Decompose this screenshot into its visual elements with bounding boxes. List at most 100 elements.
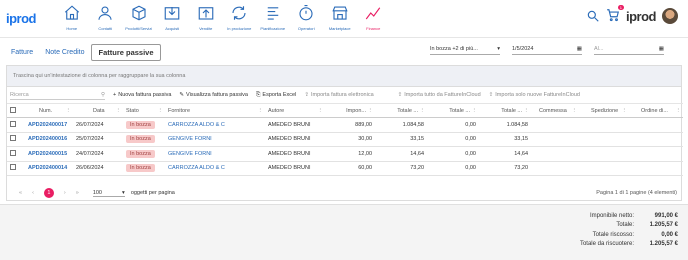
row-select[interactable] bbox=[7, 132, 25, 147]
cell-data: 26/06/2024 bbox=[73, 161, 123, 176]
view-invoice-button[interactable]: ✎ Visualizza fattura passiva bbox=[179, 92, 248, 98]
col-commessa[interactable]: Commessa ⋮ bbox=[531, 103, 579, 118]
import-einvoice-button[interactable]: ⇪ Importa fattura elettronica bbox=[304, 92, 373, 98]
tab-note-credito[interactable]: Note Credito bbox=[40, 46, 89, 59]
col-spedizione[interactable]: Spedizione ⋮ bbox=[579, 103, 629, 118]
col-imponibile[interactable]: Impon... ⋮ bbox=[325, 103, 375, 118]
nav-pianificazione[interactable]: Pianificazione bbox=[256, 4, 290, 31]
nav-finance[interactable]: Finance bbox=[357, 4, 391, 31]
nav-prodotti[interactable]: Prodotti/Servizi bbox=[122, 4, 156, 31]
cell-num[interactable]: APD202400016 bbox=[25, 132, 73, 147]
column-menu-icon[interactable]: ⋮ bbox=[368, 108, 374, 114]
calendar-icon[interactable]: ▦ bbox=[577, 46, 582, 52]
cart-button[interactable]: 1 bbox=[606, 5, 624, 24]
nav-operatori[interactable]: Operatori bbox=[290, 4, 324, 31]
cell-fornitore[interactable]: GENGIVE FORNI bbox=[165, 132, 265, 147]
nav-marketplace[interactable]: Marketplace bbox=[323, 4, 357, 31]
nav-contatti[interactable]: Contatti bbox=[89, 4, 123, 31]
column-menu-icon[interactable]: ⋮ bbox=[524, 108, 530, 114]
cell-num[interactable]: APD202400014 bbox=[25, 161, 73, 176]
cell-spedizione bbox=[579, 117, 629, 133]
nav-acquisti[interactable]: Acquisti bbox=[156, 4, 190, 31]
column-menu-icon[interactable]: ⋮ bbox=[572, 108, 578, 114]
import-all-button[interactable]: ⇪ Importa tutto da FattureInCloud bbox=[398, 92, 481, 98]
col-label: Commessa bbox=[539, 107, 567, 114]
column-menu-icon[interactable]: ⋮ bbox=[258, 108, 264, 114]
column-menu-icon[interactable]: ⋮ bbox=[116, 108, 122, 114]
doc-link[interactable]: APD202400014 bbox=[28, 165, 67, 171]
date-to-field[interactable]: Al... ▦ bbox=[594, 44, 664, 55]
table-row[interactable]: APD202400015 24/07/2024 In bozza GENGIVE… bbox=[7, 146, 683, 162]
current-page[interactable]: 1 bbox=[43, 188, 54, 198]
row-select[interactable] bbox=[7, 161, 25, 176]
new-invoice-button[interactable]: + Nuova fattura passiva bbox=[113, 92, 171, 98]
cell-num[interactable]: APD202400017 bbox=[25, 117, 73, 133]
row-checkbox[interactable] bbox=[10, 149, 16, 156]
avatar[interactable] bbox=[662, 8, 678, 24]
first-page-icon[interactable]: « bbox=[19, 190, 22, 196]
cell-commessa bbox=[531, 161, 579, 176]
box-icon bbox=[132, 5, 146, 21]
export-excel-button[interactable]: ⎘ Esporta Excel bbox=[256, 92, 296, 99]
column-menu-icon[interactable]: ⋮ bbox=[622, 108, 628, 114]
col-num[interactable]: Num. ⋮ bbox=[25, 103, 73, 118]
row-select[interactable] bbox=[7, 146, 25, 162]
table-row[interactable]: APD202400016 25/07/2024 In bozza GENGIVE… bbox=[7, 132, 683, 147]
column-menu-icon[interactable]: ⋮ bbox=[158, 108, 164, 114]
table-row[interactable]: APD202400014 26/06/2024 In bozza CARROZZ… bbox=[7, 161, 683, 176]
last-page-icon[interactable]: » bbox=[76, 190, 79, 196]
nav-home[interactable]: Home bbox=[55, 4, 89, 31]
col-stato[interactable]: Stato ⋮ bbox=[123, 103, 165, 118]
column-menu-icon[interactable]: ⋮ bbox=[66, 108, 72, 114]
import-new-button[interactable]: ⇪ Importa solo nuove FattureInCloud bbox=[489, 92, 580, 98]
select-all-checkbox[interactable] bbox=[10, 106, 16, 113]
cell-totale-2: 0,00 bbox=[427, 146, 479, 162]
column-menu-icon[interactable]: ⋮ bbox=[676, 108, 682, 114]
search-input[interactable]: Ricerca ⚲ bbox=[10, 91, 105, 100]
col-totale-3[interactable]: Totale ... ⋮ bbox=[479, 103, 531, 118]
col-totale-2[interactable]: Totale ... ⋮ bbox=[427, 103, 479, 118]
nav-vendite[interactable]: Vendite bbox=[189, 4, 223, 31]
prev-page-icon[interactable]: ‹ bbox=[32, 190, 34, 196]
doc-link[interactable]: APD202400017 bbox=[28, 122, 67, 128]
col-data[interactable]: Data ⋮ bbox=[73, 103, 123, 118]
calendar-icon[interactable]: ▦ bbox=[659, 46, 664, 52]
app-logo[interactable]: iprod bbox=[6, 11, 37, 26]
column-menu-icon[interactable]: ⋮ bbox=[318, 108, 324, 114]
cell-fornitore[interactable]: CARROZZA ALDO & C bbox=[165, 117, 265, 133]
total-label: Totale da riscuotere: bbox=[579, 241, 634, 248]
col-autore[interactable]: Autore ⋮ bbox=[265, 103, 325, 118]
row-checkbox[interactable] bbox=[10, 135, 16, 142]
date-from-field[interactable]: 1/5/2024 ▦ bbox=[512, 44, 582, 55]
supplier-link[interactable]: CARROZZA ALDO & C bbox=[168, 165, 225, 171]
doc-link[interactable]: APD202400015 bbox=[28, 151, 67, 157]
column-menu-icon[interactable]: ⋮ bbox=[472, 108, 478, 114]
supplier-link[interactable]: GENGIVE FORNI bbox=[168, 136, 212, 142]
col-label: Ordine di... bbox=[641, 107, 668, 114]
doc-link[interactable]: APD202400016 bbox=[28, 136, 67, 142]
supplier-link[interactable]: CARROZZA ALDO & C bbox=[168, 122, 225, 128]
col-ordine[interactable]: Ordine di... ⋮ bbox=[629, 103, 683, 118]
column-menu-icon[interactable]: ⋮ bbox=[420, 108, 426, 114]
row-select[interactable] bbox=[7, 117, 25, 133]
row-checkbox[interactable] bbox=[10, 120, 16, 127]
page-size-select[interactable]: 100 ▾ bbox=[92, 190, 125, 197]
next-page-icon[interactable]: › bbox=[64, 190, 66, 196]
table-row[interactable]: APD202400017 26/07/2024 In bozza CARROZZ… bbox=[7, 117, 683, 133]
status-filter[interactable]: In bozza +2 di più... ▾ bbox=[430, 44, 500, 55]
search-icon[interactable] bbox=[586, 9, 600, 23]
select-all-header[interactable] bbox=[7, 103, 25, 118]
list-icon bbox=[267, 7, 278, 20]
total-label: Imponibile netto: bbox=[589, 212, 634, 219]
col-totale-1[interactable]: Totale ... ⋮ bbox=[375, 103, 427, 118]
row-checkbox[interactable] bbox=[10, 164, 16, 171]
cell-num[interactable]: APD202400015 bbox=[25, 146, 73, 162]
cell-fornitore[interactable]: CARROZZA ALDO & C bbox=[165, 161, 265, 176]
tab-fatture-passive[interactable]: Fatture passive bbox=[91, 44, 161, 61]
tab-fatture[interactable]: Fatture bbox=[6, 46, 38, 59]
supplier-link[interactable]: GENGIVE FORNI bbox=[168, 151, 212, 157]
nav-produzione[interactable]: In produzione bbox=[223, 4, 257, 31]
col-fornitore[interactable]: Fornitore ⋮ bbox=[165, 103, 265, 118]
cell-fornitore[interactable]: GENGIVE FORNI bbox=[165, 146, 265, 162]
group-panel[interactable]: Trascina qui un'intestazione di colonna … bbox=[7, 66, 681, 87]
